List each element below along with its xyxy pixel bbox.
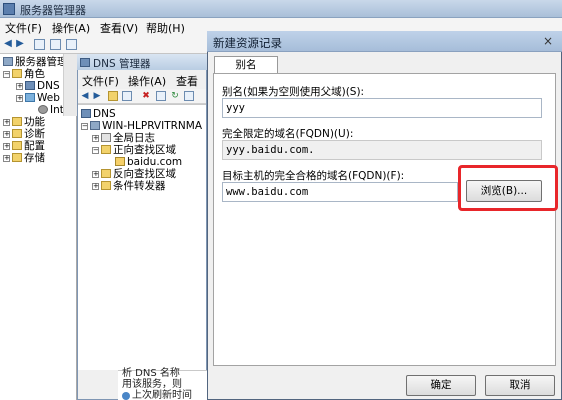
dns-tree-conditional-forwarders[interactable]: + 条件转发器 [92,180,166,192]
target-host-input[interactable]: www.baidu.com [222,182,458,202]
expand-icon[interactable]: + [3,131,10,138]
dns-icon [25,81,35,90]
menu-action[interactable]: 操作(A) [52,20,90,36]
ok-button[interactable]: 确定 [406,375,476,396]
folder-icon [101,169,111,178]
folder-icon [12,129,22,138]
list-icon[interactable] [122,91,132,101]
delete-icon[interactable]: ✖ [141,91,151,101]
tree-scrollbar[interactable] [63,54,77,116]
gear-icon [38,105,48,114]
expand-icon[interactable]: + [16,95,23,102]
dialog-title: 新建资源记录 [213,36,282,50]
folder-icon [12,69,22,78]
expand-icon[interactable]: + [3,119,10,126]
collapse-icon[interactable]: − [3,71,10,78]
log-icon [101,133,111,142]
dns-icon [81,109,91,118]
export-icon[interactable] [184,91,194,101]
dns-tree-server[interactable]: − WIN-HLPRVITRNMA [81,120,202,132]
alias-label: 别名(如果为空则使用父域)(S): [222,86,365,98]
fqdn-label: 完全限定的域名(FQDN)(U): [222,128,354,140]
forward-arrow-icon[interactable]: ▶ [14,38,26,50]
tab-cname[interactable]: 别名(CNAME) [214,56,278,87]
cancel-button[interactable]: 取消 [485,375,555,396]
expand-icon[interactable]: + [92,135,99,142]
menu-view[interactable]: 查看(V) [100,20,138,36]
back-arrow-icon[interactable]: ◀ [80,91,90,101]
dns-tree-root[interactable]: DNS [81,108,116,120]
dns-window-title: DNS 管理器 [93,58,151,70]
refresh-icon[interactable]: ↻ [170,91,180,101]
help-icon[interactable] [66,39,77,50]
forward-arrow-icon[interactable]: ▶ [92,91,102,101]
tree-item-storage[interactable]: + 存储 [3,152,45,164]
dns-icon [80,58,90,67]
target-host-label: 目标主机的完全合格的域名(FQDN)(F): [222,170,405,182]
info-icon [122,392,130,400]
menu-file[interactable]: 文件(F) [5,20,42,36]
dns-tree-global-log[interactable]: + 全局日志 [92,132,155,144]
server-icon [90,121,100,130]
web-icon [25,93,35,102]
dns-tree-reverse-zones[interactable]: + 反向查找区域 [92,168,176,180]
expand-icon[interactable]: + [16,83,23,90]
server-icon [3,57,13,66]
expand-icon[interactable]: + [3,143,10,150]
fqdn-field: yyy.baidu.com. [222,140,542,160]
back-arrow-icon[interactable]: ◀ [2,38,14,50]
folder-icon [12,141,22,150]
dns-menu-action[interactable]: 操作(A) [128,73,166,89]
expand-icon[interactable]: + [92,171,99,178]
close-icon[interactable]: × [541,35,555,49]
properties-icon[interactable] [156,91,166,101]
folder-icon[interactable] [108,91,118,101]
up-folder-icon[interactable] [34,39,45,50]
collapse-icon[interactable]: − [92,147,99,154]
tree-item-roles[interactable]: − 角色 [3,68,45,80]
dns-menu-view[interactable]: 查看 [176,73,198,89]
expand-icon[interactable]: + [3,155,10,162]
dns-tree-forward-zones[interactable]: − 正向查找区域 [92,144,176,156]
expand-icon[interactable]: + [92,183,99,190]
tree-item-diagnostics[interactable]: + 诊断 [3,128,45,140]
folder-icon [101,145,111,154]
window-title: 服务器管理器 [20,4,86,17]
alias-input[interactable]: yyy [222,98,542,118]
tree-item-configuration[interactable]: + 配置 [3,140,45,152]
folder-icon [101,181,111,190]
server-manager-icon [3,3,15,15]
dns-tree-zone-baidu[interactable]: baidu.com [115,156,182,168]
menu-help[interactable]: 帮助(H) [146,20,185,36]
description-text: 析 DNS 名称 用该服务，则 上次刷新时间 [122,368,192,400]
dns-menu-file[interactable]: 文件(F) [82,73,119,89]
folder-icon [12,117,22,126]
folder-icon [12,153,22,162]
highlight-annotation [458,165,558,211]
zone-icon [115,157,125,166]
collapse-icon[interactable]: − [81,123,88,130]
tree-item-features[interactable]: + 功能 [3,116,45,128]
properties-icon[interactable] [50,39,61,50]
